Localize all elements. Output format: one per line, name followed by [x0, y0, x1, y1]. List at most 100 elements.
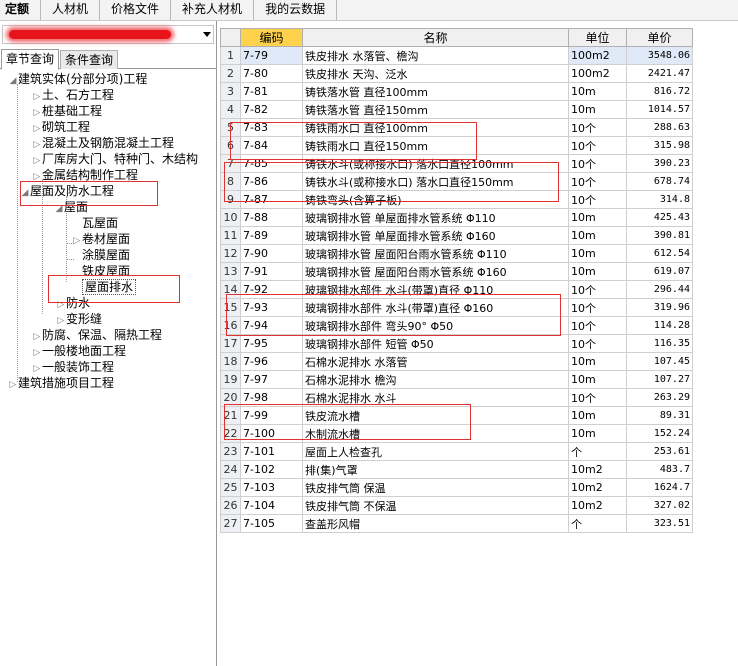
table-row[interactable]: 8 7-86 铸铁水斗(或称接水口) 落水口直径150mm 10个 678.74 [220, 172, 693, 191]
code-cell: 7-103 [240, 478, 303, 497]
unit-cell: 个 [568, 442, 627, 461]
tree-node-deformation-joint[interactable]: ▷ 变形缝 [56, 311, 102, 327]
unit-cell: 10m [568, 262, 627, 281]
quota-library-dropdown[interactable] [2, 25, 214, 44]
table-row[interactable]: 1 7-79 铁皮排水 水落管、檐沟 100m2 3548.06 [220, 46, 693, 65]
column-header-name[interactable]: 名称 [302, 28, 569, 47]
price-cell: 114.28 [626, 316, 693, 335]
table-row[interactable]: 25 7-103 铁皮排气筒 保温 10m2 1624.7 [220, 478, 693, 497]
table-row[interactable]: 10 7-88 玻璃钢排水管 单屋面排水管系统 Φ110 10m 425.43 [220, 208, 693, 227]
price-cell: 390.23 [626, 154, 693, 173]
collapse-arrow-icon[interactable]: ◢ [54, 201, 64, 217]
table-row[interactable]: 11 7-89 玻璃钢排水管 单屋面排水管系统 Φ160 10m 390.81 [220, 226, 693, 245]
tree-node-label: 桩基础工程 [42, 104, 103, 118]
table-row[interactable]: 15 7-93 玻璃钢排水部件 水斗(带罩)直径 Φ160 10个 319.96 [220, 298, 693, 317]
column-header-unit[interactable]: 单位 [568, 28, 627, 47]
name-cell: 铁皮流水槽 [302, 406, 569, 425]
tree-node-factory-doors[interactable]: ▷ 厂库房大门、特种门、木结构 [32, 151, 198, 167]
tree-node-label: 变形缝 [66, 312, 103, 326]
tree-node-roof[interactable]: ◢ 屋面 [54, 199, 88, 215]
tree-node-roof-waterproof[interactable]: ◢ 屋面及防水工程 [20, 183, 114, 199]
table-row[interactable]: 22 7-100 木制流水槽 10m 152.24 [220, 424, 693, 443]
table-row[interactable]: 2 7-80 铁皮排水 天沟、泛水 100m2 2421.47 [220, 64, 693, 83]
name-cell: 玻璃钢排水部件 弯头90° Φ50 [302, 316, 569, 335]
column-header-price[interactable]: 单价 [626, 28, 693, 47]
table-row[interactable]: 3 7-81 铸铁落水管 直径100mm 10m 816.72 [220, 82, 693, 101]
tree-node-metal-roof[interactable]: 铁皮屋面 [72, 263, 130, 279]
menu-tab-price-file[interactable]: 价格文件 [100, 0, 172, 20]
tree-node-floor[interactable]: ▷ 一般楼地面工程 [32, 343, 126, 359]
table-row[interactable]: 6 7-84 铸铁雨水口 直径150mm 10个 315.98 [220, 136, 693, 155]
table-row[interactable]: 14 7-92 玻璃钢排水部件 水斗(带罩)直径 Φ110 10个 296.44 [220, 280, 693, 299]
expand-arrow-icon[interactable]: ▷ [8, 377, 18, 393]
menu-tab-cloud-data[interactable]: 我的云数据 [254, 0, 338, 20]
tree-node-roof-drainage[interactable]: 屋面排水 [72, 279, 137, 295]
code-cell: 7-84 [240, 136, 303, 155]
tree-node-concrete[interactable]: ▷ 混凝土及钢筋混凝土工程 [32, 135, 174, 151]
menu-tab-supplement[interactable]: 补充人材机 [171, 0, 255, 20]
tab-condition-query[interactable]: 条件查询 [60, 50, 119, 69]
price-cell: 1014.57 [626, 100, 693, 119]
unit-cell: 10个 [568, 388, 627, 407]
collapse-arrow-icon[interactable]: ◢ [8, 73, 18, 89]
tree-node-tile-roof[interactable]: 瓦屋面 [72, 215, 118, 231]
collapse-arrow-icon[interactable]: ◢ [20, 185, 30, 201]
name-cell: 查盖形风帽 [302, 514, 569, 533]
table-row[interactable]: 20 7-98 石棉水泥排水 水斗 10个 263.29 [220, 388, 693, 407]
menu-tab-labor-material[interactable]: 人材机 [41, 0, 101, 20]
table-row[interactable]: 23 7-101 屋面上人检查孔个 253.61 [220, 442, 693, 461]
table-row[interactable]: 16 7-94 玻璃钢排水部件 弯头90° Φ50 10个 114.28 [220, 316, 693, 335]
code-cell: 7-83 [240, 118, 303, 137]
tab-chapter-query[interactable]: 章节查询 [1, 49, 60, 70]
tree-connector [17, 84, 18, 382]
tree-node-label: 屋面及防水工程 [30, 184, 115, 198]
table-row[interactable]: 27 7-105 查盖形风帽个 323.51 [220, 514, 693, 533]
tree-node-coating-roof[interactable]: 涂膜屋面 [72, 247, 130, 263]
tree-node-measures[interactable]: ▷ 建筑措施项目工程 [8, 375, 114, 391]
code-cell: 7-91 [240, 262, 303, 281]
query-tabs: 章节查询 条件查询 [0, 49, 216, 70]
tree-node-waterproof[interactable]: ▷ 防水 [56, 295, 90, 311]
price-cell: 253.61 [626, 442, 693, 461]
tree-node-earthwork[interactable]: ▷ 土、石方工程 [32, 87, 114, 103]
table-row[interactable]: 24 7-102 排(集)气罩 10m2 483.7 [220, 460, 693, 479]
price-cell: 107.45 [626, 352, 693, 371]
table-row[interactable]: 12 7-90 玻璃钢排水管 屋面阳台雨水管系统 Φ110 10m 612.54 [220, 244, 693, 263]
unit-cell: 10m [568, 406, 627, 425]
table-row[interactable]: 4 7-82 铸铁落水管 直径150mm 10m 1014.57 [220, 100, 693, 119]
table-row[interactable]: 13 7-91 玻璃钢排水管 屋面阳台雨水管系统 Φ160 10m 619.07 [220, 262, 693, 281]
table-row[interactable]: 26 7-104 铁皮排气筒 不保温 10m2 327.02 [220, 496, 693, 515]
unit-cell: 10m [568, 82, 627, 101]
code-cell: 7-96 [240, 352, 303, 371]
tree-node-anticorrosion[interactable]: ▷ 防腐、保温、隔热工程 [32, 327, 162, 343]
table-row[interactable]: 7 7-85 铸铁水斗(或称接水口) 落水口直径100mm 10个 390.23 [220, 154, 693, 173]
tree-node-label: 瓦屋面 [82, 216, 119, 230]
table-row[interactable]: 21 7-99 铁皮流水槽 10m 89.31 [220, 406, 693, 425]
code-cell: 7-100 [240, 424, 303, 443]
tree-node-building-entity[interactable]: ◢ 建筑实体(分部分项)工程 [8, 71, 148, 89]
price-cell: 323.51 [626, 514, 693, 533]
name-cell: 铸铁水斗(或称接水口) 落水口直径100mm [302, 154, 569, 173]
table-row[interactable]: 19 7-97 石棉水泥排水 檐沟 10m 107.27 [220, 370, 693, 389]
code-cell: 7-93 [240, 298, 303, 317]
table-row[interactable]: 18 7-96 石棉水泥排水 水落管 10m 107.45 [220, 352, 693, 371]
code-cell: 7-104 [240, 496, 303, 515]
table-row[interactable]: 5 7-83 铸铁雨水口 直径100mm 10个 288.63 [220, 118, 693, 137]
tree-node-decoration[interactable]: ▷ 一般装饰工程 [32, 359, 114, 375]
tree-node-metal-structure[interactable]: ▷ 金属结构制作工程 [32, 167, 138, 183]
tree-node-label: 一般装饰工程 [42, 360, 115, 374]
tree-node-membrane-roof[interactable]: ▷ 卷材屋面 [72, 231, 130, 247]
table-row[interactable]: 9 7-87 铸铁弯头(含箅子板) 10个 314.8 [220, 190, 693, 209]
table-row[interactable]: 17 7-95 玻璃钢排水部件 短管 Φ50 10个 116.35 [220, 334, 693, 353]
row-number-cell: 8 [220, 172, 241, 191]
tree-node-masonry[interactable]: ▷ 砌筑工程 [32, 119, 90, 135]
tree-node-pile-foundation[interactable]: ▷ 桩基础工程 [32, 103, 102, 119]
row-number-cell: 6 [220, 136, 241, 155]
price-cell: 327.02 [626, 496, 693, 515]
menu-tab-quota[interactable]: 定额 [0, 0, 42, 20]
chevron-down-icon[interactable] [203, 32, 211, 37]
name-cell: 石棉水泥排水 水落管 [302, 352, 569, 371]
row-number-cell: 12 [220, 244, 241, 263]
column-header-code[interactable]: 编码 [240, 28, 303, 47]
price-cell: 263.29 [626, 388, 693, 407]
